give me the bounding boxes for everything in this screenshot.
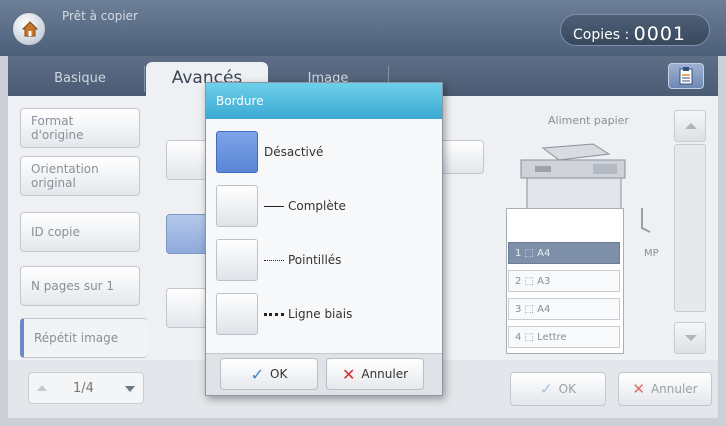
copies-value: 0001	[633, 23, 687, 45]
scroll-up-button[interactable]	[674, 110, 706, 142]
chevron-down-icon	[685, 335, 697, 341]
title-bar: Prêt à copier Copies : 0001	[0, 0, 726, 56]
copies-counter[interactable]: Copies : 0001	[560, 14, 710, 46]
copier-illustration	[513, 140, 633, 217]
tab-divider	[144, 66, 145, 92]
paper-supply-title: Aliment papier	[548, 114, 629, 127]
page-next-icon[interactable]	[125, 386, 135, 392]
scroll-down-button[interactable]	[674, 322, 706, 354]
scrollbar-track[interactable]	[674, 144, 706, 312]
mp-tray-label[interactable]: MP	[644, 248, 659, 259]
option-label: Pointillés	[288, 253, 342, 267]
cancel-label: Annuler	[650, 382, 698, 396]
tray-1[interactable]: 1 ⬚ A4	[508, 242, 620, 264]
bold-dotted-line-icon	[264, 312, 284, 316]
check-icon: ✓	[250, 364, 265, 384]
format-origine-button[interactable]: Format d'origine	[20, 108, 140, 148]
option-pointilles[interactable]: Pointillés	[216, 239, 436, 281]
option-checkbox[interactable]	[216, 239, 258, 281]
home-icon	[21, 21, 39, 37]
mp-tray-icon	[641, 208, 651, 233]
solid-line-icon	[264, 205, 284, 207]
dialog-ok-label: OK	[270, 367, 288, 381]
dotted-line-icon	[264, 259, 284, 261]
tab-basique[interactable]: Basique	[22, 62, 138, 96]
status-text: Prêt à copier	[62, 9, 138, 23]
job-settings-button[interactable]	[668, 63, 704, 89]
option-label: Désactivé	[264, 145, 324, 159]
page-prev-icon[interactable]	[37, 385, 47, 391]
option-complete[interactable]: Complète	[216, 185, 436, 227]
dialog-ok-button[interactable]: ✓ OK	[220, 358, 318, 390]
clipboard-icon	[679, 67, 693, 85]
option-checkbox[interactable]	[216, 293, 258, 335]
copies-label: Copies :	[573, 27, 630, 43]
n-pages-button[interactable]: N pages sur 1	[20, 266, 140, 306]
dialog-cancel-label: Annuler	[361, 367, 409, 381]
option-desactive[interactable]: Désactivé	[216, 131, 436, 173]
tray-4[interactable]: 4 ⬚ Lettre	[508, 326, 620, 348]
check-icon: ✓	[540, 380, 553, 398]
cancel-button[interactable]: ✕ Annuler	[618, 372, 712, 406]
orientation-button[interactable]: Orientation original	[20, 156, 140, 196]
tray-3[interactable]: 3 ⬚ A4	[508, 298, 620, 320]
pager: 1/4	[28, 372, 144, 404]
close-icon: ✕	[632, 380, 645, 398]
repetit-image-button[interactable]: Répétit image	[20, 318, 148, 358]
dialog-footer: ✓ OK ✕ Annuler	[206, 353, 442, 395]
dialog-cancel-button[interactable]: ✕ Annuler	[326, 358, 424, 390]
option-label: Ligne biais	[288, 307, 353, 321]
option-button[interactable]	[438, 140, 484, 174]
border-dialog: Bordure Désactivé Complète Pointillés Li…	[205, 82, 443, 396]
id-copie-button[interactable]: ID copie	[20, 212, 140, 252]
option-label: Complète	[288, 199, 346, 213]
close-icon: ✕	[341, 364, 356, 384]
ok-button[interactable]: ✓ OK	[510, 372, 606, 406]
page-indicator: 1/4	[73, 381, 94, 396]
option-ligne-biais[interactable]: Ligne biais	[216, 293, 436, 335]
chevron-up-icon	[685, 123, 697, 129]
option-checkbox[interactable]	[216, 131, 258, 173]
dialog-title: Bordure	[206, 83, 442, 119]
ok-label: OK	[558, 382, 576, 396]
option-checkbox[interactable]	[216, 185, 258, 227]
tray-2[interactable]: 2 ⬚ A3	[508, 270, 620, 292]
home-button[interactable]	[12, 12, 46, 46]
